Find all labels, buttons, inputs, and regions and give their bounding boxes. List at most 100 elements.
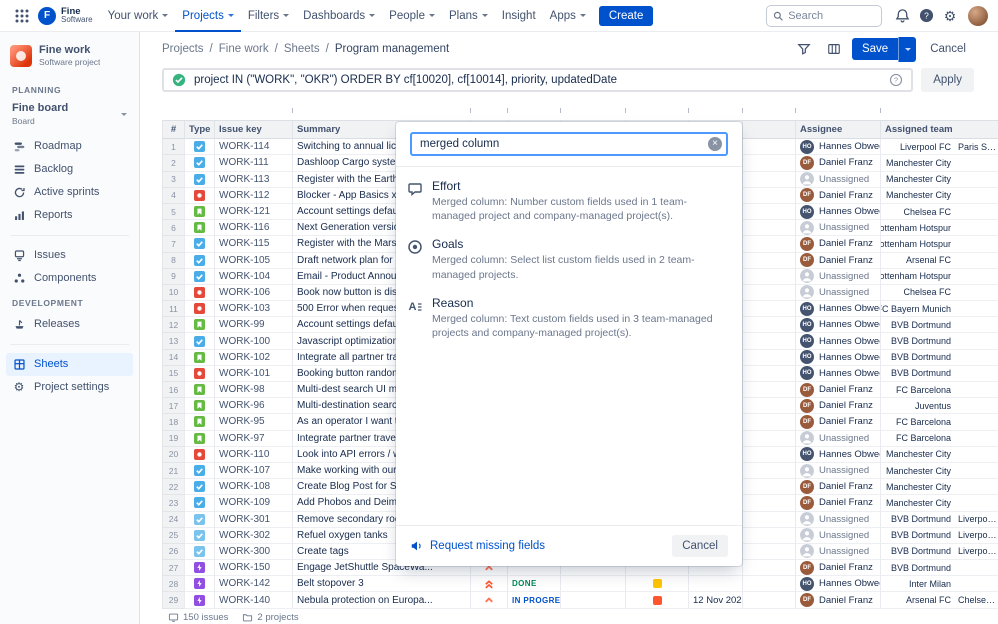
date-value[interactable]: 12 Nov 2021 (689, 592, 743, 608)
filter-button[interactable] (792, 37, 816, 61)
row-number[interactable]: 27 (163, 560, 185, 576)
nav-filters[interactable]: Filters (241, 0, 296, 32)
issue-key[interactable]: WORK-101 (215, 366, 293, 382)
issue-summary[interactable]: Nebula protection on Europa... (293, 592, 471, 608)
field-option-goals[interactable]: Goals Merged column: Select list custom … (396, 230, 742, 288)
issue-key[interactable]: WORK-114 (215, 139, 293, 155)
hidden-cell[interactable] (743, 269, 796, 285)
row-number[interactable]: 9 (163, 269, 185, 285)
row-number[interactable]: 20 (163, 447, 185, 463)
row-number[interactable]: 5 (163, 204, 185, 220)
hidden-cell[interactable] (743, 155, 796, 171)
issue-key[interactable]: WORK-100 (215, 333, 293, 349)
column-header-hidden-6[interactable] (743, 121, 796, 139)
issue-key[interactable]: WORK-107 (215, 463, 293, 479)
request-missing-fields-link[interactable]: Request missing fields (410, 539, 545, 553)
cancel-button[interactable]: Cancel (922, 38, 974, 60)
hidden-cell[interactable] (743, 479, 796, 495)
row-number[interactable]: 24 (163, 512, 185, 528)
issue-key[interactable]: WORK-97 (215, 431, 293, 447)
hidden-cell[interactable] (743, 139, 796, 155)
issue-key[interactable]: WORK-98 (215, 382, 293, 398)
issue-key[interactable]: WORK-302 (215, 528, 293, 544)
row-number[interactable]: 1 (163, 139, 185, 155)
project-count[interactable]: 2 projects (242, 612, 298, 623)
hidden-cell[interactable] (743, 414, 796, 430)
apply-button[interactable]: Apply (921, 68, 974, 92)
hidden-cell[interactable] (743, 366, 796, 382)
hidden-cell[interactable] (743, 528, 796, 544)
settings-button[interactable]: ⚙ (938, 4, 962, 28)
project-header[interactable]: Fine work Software project (6, 42, 133, 77)
issue-key[interactable]: WORK-112 (215, 188, 293, 204)
sidebar-item-active-sprints[interactable]: Active sprints (6, 181, 133, 204)
issue-key[interactable]: WORK-108 (215, 479, 293, 495)
issue-key[interactable]: WORK-102 (215, 350, 293, 366)
issue-key[interactable]: WORK-99 (215, 317, 293, 333)
nav-projects[interactable]: Projects (175, 0, 241, 32)
issue-key[interactable]: WORK-106 (215, 285, 293, 301)
row-number[interactable]: 15 (163, 366, 185, 382)
hidden-cell[interactable] (743, 592, 796, 608)
hidden-cell[interactable] (743, 512, 796, 528)
breadcrumb-sheets[interactable]: Sheets (284, 43, 320, 55)
row-number[interactable]: 3 (163, 172, 185, 188)
breadcrumb-current-page[interactable]: Program management (335, 43, 449, 55)
breadcrumb-projects[interactable]: Projects (162, 43, 204, 55)
field-search-input[interactable] (410, 132, 728, 156)
nav-plans[interactable]: Plans (442, 0, 495, 32)
issue-key[interactable]: WORK-104 (215, 269, 293, 285)
help-button[interactable]: ? (914, 4, 938, 28)
issue-key[interactable]: WORK-140 (215, 592, 293, 608)
clear-search-icon[interactable]: × (708, 137, 722, 151)
column-header-type[interactable]: Type (185, 121, 215, 139)
hidden-cell[interactable] (743, 301, 796, 317)
sidebar-item-roadmap[interactable]: Roadmap (6, 135, 133, 158)
columns-button[interactable] (822, 37, 846, 61)
nav-people[interactable]: People (382, 0, 442, 32)
issue-key[interactable]: WORK-115 (215, 236, 293, 252)
sidebar-item-releases[interactable]: Releases (6, 313, 133, 336)
row-number[interactable]: 8 (163, 253, 185, 269)
row-number[interactable]: 22 (163, 479, 185, 495)
issue-key[interactable]: WORK-111 (215, 155, 293, 171)
hidden-cell[interactable] (743, 333, 796, 349)
user-avatar[interactable] (968, 6, 988, 26)
sidebar-item-backlog[interactable]: Backlog (6, 158, 133, 181)
row-number[interactable]: 28 (163, 576, 185, 592)
date-value[interactable] (689, 576, 743, 592)
issue-count[interactable]: 150 issues (168, 612, 228, 623)
issue-summary[interactable]: Belt stopover 3 (293, 576, 471, 592)
hidden-cell[interactable] (743, 576, 796, 592)
issue-key[interactable]: WORK-301 (215, 512, 293, 528)
row-number[interactable]: 25 (163, 528, 185, 544)
row-number[interactable]: 13 (163, 333, 185, 349)
row-number[interactable]: 29 (163, 592, 185, 608)
row-number[interactable]: 19 (163, 431, 185, 447)
app-switcher-button[interactable] (10, 4, 34, 28)
row-number[interactable]: 18 (163, 414, 185, 430)
notifications-button[interactable] (890, 4, 914, 28)
sidebar-item-components[interactable]: Components (6, 267, 133, 290)
hidden-cell[interactable] (743, 431, 796, 447)
create-button[interactable]: Create (599, 6, 654, 26)
hidden-cell[interactable] (561, 592, 626, 608)
row-number[interactable]: 17 (163, 398, 185, 414)
modal-cancel-button[interactable]: Cancel (672, 535, 728, 557)
hidden-cell[interactable] (743, 285, 796, 301)
nav-apps[interactable]: Apps (543, 0, 593, 32)
column-header-issue-key[interactable]: Issue key (215, 121, 293, 139)
sidebar-item-reports[interactable]: Reports (6, 204, 133, 227)
app-logo[interactable]: F Fine Software (38, 7, 93, 25)
hidden-cell[interactable] (743, 544, 796, 560)
hidden-cell[interactable] (743, 236, 796, 252)
row-number[interactable]: 11 (163, 301, 185, 317)
issue-key[interactable]: WORK-142 (215, 576, 293, 592)
row-number[interactable]: 2 (163, 155, 185, 171)
row-number[interactable]: 21 (163, 463, 185, 479)
row-number[interactable]: 16 (163, 382, 185, 398)
column-header-assigned-team[interactable]: Assigned team (881, 121, 998, 139)
hidden-cell[interactable] (743, 398, 796, 414)
column-header-assignee[interactable]: Assignee (796, 121, 881, 139)
field-option-effort[interactable]: Effort Merged column: Number custom fiel… (396, 172, 742, 230)
